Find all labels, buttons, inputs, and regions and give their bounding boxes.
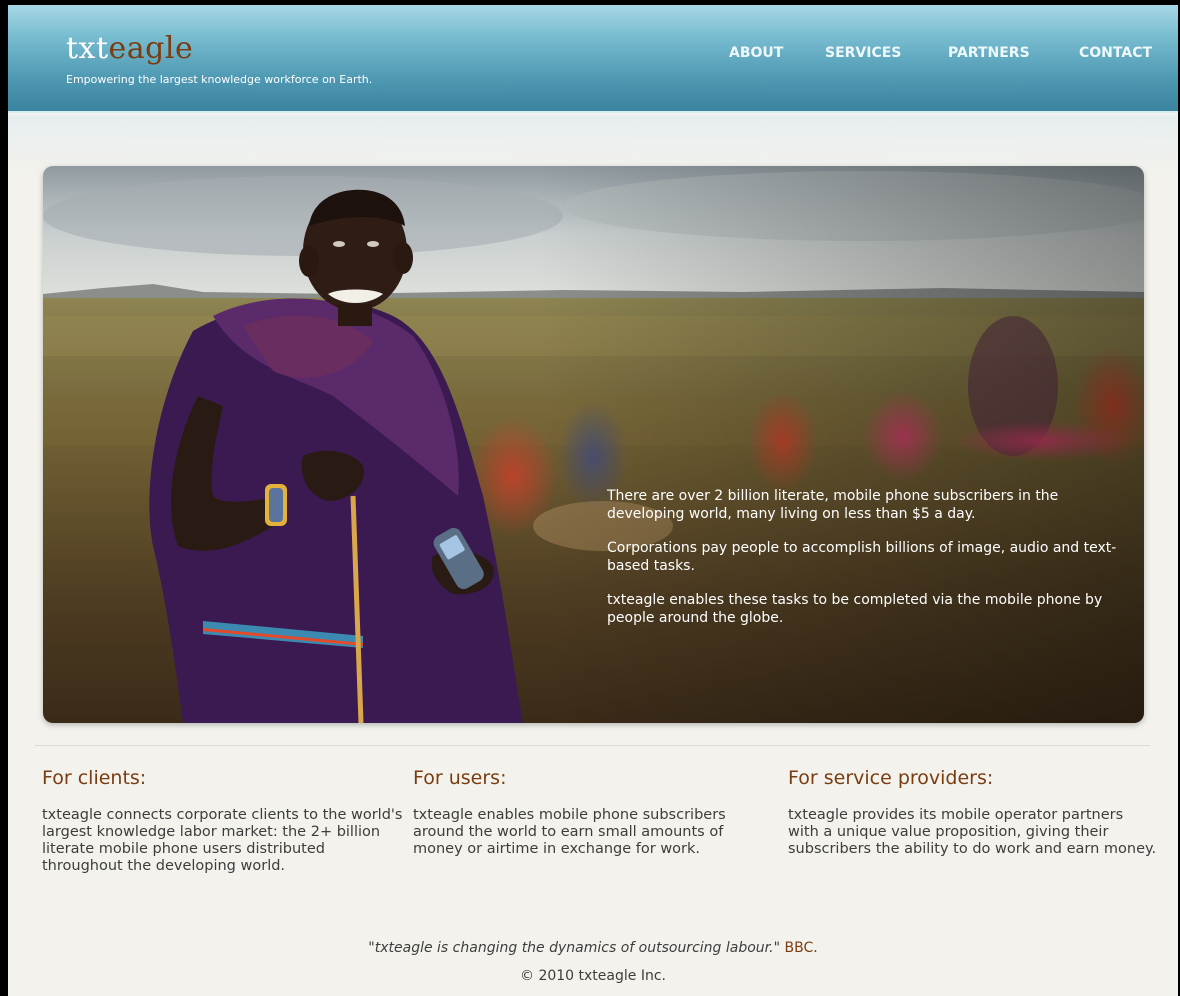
nav-about[interactable]: ABOUT — [729, 45, 783, 61]
nav-services[interactable]: SERVICES — [825, 45, 901, 61]
footer-copyright: © 2010 txteagle Inc. — [520, 968, 666, 984]
column-service-providers: For service providers: txteagle provides… — [788, 765, 1158, 858]
press-quote: "txteagle is changing the dynamics of ou… — [368, 940, 818, 956]
hero-paragraph-2: Corporations pay people to accomplish bi… — [607, 540, 1117, 574]
section-divider — [35, 745, 1150, 746]
column-service-providers-body: txteagle provides its mobile operator pa… — [788, 807, 1157, 857]
quote-text: txteagle is changing the dynamics of out… — [374, 940, 774, 956]
hero-paragraph-1: There are over 2 billion literate, mobil… — [607, 488, 1059, 522]
logo-suffix: eagle — [108, 31, 194, 66]
nav-partners[interactable]: PARTNERS — [948, 45, 1030, 61]
site-logo[interactable]: txteagle — [66, 31, 193, 67]
hero-text: There are over 2 billion literate, mobil… — [607, 487, 1127, 643]
column-users: For users: txteagle enables mobile phone… — [413, 765, 758, 858]
site-header: txteagle Empowering the largest knowledg… — [8, 5, 1178, 113]
column-users-title: For users: — [413, 767, 507, 789]
hero-banner: There are over 2 billion literate, mobil… — [43, 166, 1144, 723]
site-tagline: Empowering the largest knowledge workfor… — [66, 73, 373, 86]
column-users-body: txteagle enables mobile phone subscriber… — [413, 807, 726, 857]
column-service-providers-title: For service providers: — [788, 767, 994, 789]
hero-paragraph-3: txteagle enables these tasks to be compl… — [607, 592, 1103, 626]
nav-contact[interactable]: CONTACT — [1079, 45, 1152, 61]
column-clients: For clients: txteagle connects corporate… — [42, 765, 404, 875]
page-frame: txteagle Empowering the largest knowledg… — [8, 5, 1178, 996]
quote-source-link[interactable]: BBC — [784, 940, 813, 956]
column-clients-body: txteagle connects corporate clients to t… — [42, 807, 403, 874]
logo-prefix: txt — [66, 31, 109, 66]
column-clients-title: For clients: — [42, 767, 147, 789]
